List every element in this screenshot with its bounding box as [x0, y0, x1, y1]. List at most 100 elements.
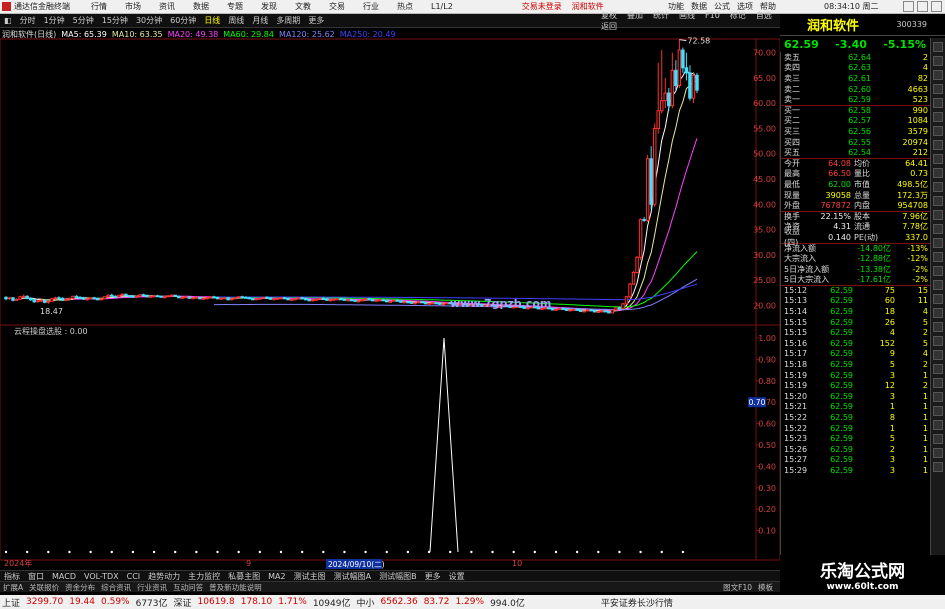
candle-body[interactable]	[318, 297, 322, 300]
candle-body[interactable]	[289, 298, 294, 301]
candle-body[interactable]	[321, 297, 326, 300]
tool-icon[interactable]	[933, 336, 943, 346]
candle-body[interactable]	[568, 309, 572, 312]
candle-body[interactable]	[374, 299, 378, 302]
minimize-icon[interactable]	[903, 1, 914, 12]
candle-body[interactable]	[247, 297, 251, 300]
candle-body[interactable]	[660, 100, 664, 112]
candle-body[interactable]	[325, 298, 329, 301]
indicator-tab[interactable]: 设置	[449, 571, 465, 582]
candle-body[interactable]	[409, 301, 414, 304]
candle-body[interactable]	[346, 299, 350, 302]
candle-body[interactable]	[564, 308, 569, 311]
candle-body[interactable]	[92, 297, 96, 300]
candle-body[interactable]	[215, 296, 220, 300]
indicator-tab[interactable]: MA2	[268, 572, 285, 581]
candle-body[interactable]	[145, 294, 149, 298]
candle-body[interactable]	[360, 299, 364, 302]
candle-body[interactable]	[413, 302, 417, 305]
candle-body[interactable]	[261, 296, 266, 299]
candle-body[interactable]	[131, 295, 135, 298]
candle-body[interactable]	[635, 256, 639, 274]
info-tab[interactable]: 扩展A	[3, 582, 23, 593]
candle-body[interactable]	[399, 300, 403, 303]
tool-icon[interactable]	[933, 238, 943, 248]
candle-body[interactable]	[57, 297, 61, 300]
indicator-tab[interactable]: VOL-TDX	[84, 572, 119, 581]
tool-icon[interactable]	[933, 224, 943, 234]
candle-body[interactable]	[236, 296, 241, 299]
candle-body[interactable]	[205, 297, 209, 300]
candle-body[interactable]	[21, 295, 26, 298]
candle-body[interactable]	[88, 297, 93, 300]
candle-body[interactable]	[571, 308, 576, 311]
candle-body[interactable]	[212, 296, 216, 299]
indicator-tab[interactable]: MACD	[52, 572, 76, 581]
tool-icon[interactable]	[933, 266, 943, 276]
candle-body[interactable]	[194, 296, 199, 299]
candle-body[interactable]	[162, 296, 167, 299]
candle-body[interactable]	[159, 295, 163, 298]
candle-body[interactable]	[184, 296, 188, 299]
candle-body[interactable]	[420, 301, 424, 304]
candle-body[interactable]	[367, 298, 371, 301]
candle-body[interactable]	[35, 300, 40, 303]
tool-icon[interactable]	[933, 84, 943, 94]
candle-body[interactable]	[180, 296, 185, 299]
candle-body[interactable]	[258, 297, 262, 300]
indicator-tab[interactable]: 测试幅图A	[334, 571, 371, 582]
candle-body[interactable]	[226, 297, 230, 301]
candle-body[interactable]	[691, 74, 696, 99]
info-tab[interactable]: 行业资讯	[137, 582, 167, 593]
candle-body[interactable]	[67, 297, 72, 300]
candle-body[interactable]	[430, 302, 435, 305]
tool-icon[interactable]	[933, 462, 943, 472]
candle-body[interactable]	[7, 297, 12, 300]
maximize-icon[interactable]	[917, 1, 928, 12]
candle-body[interactable]	[392, 299, 396, 302]
candle-body[interactable]	[64, 298, 68, 301]
tool-icon[interactable]	[933, 294, 943, 304]
candle-body[interactable]	[667, 92, 671, 107]
candle-body[interactable]	[141, 294, 146, 297]
candle-body[interactable]	[617, 307, 622, 310]
candle-body[interactable]	[152, 295, 156, 298]
candle-body[interactable]	[282, 297, 287, 300]
indicator-tab[interactable]: 测试幅图B	[379, 571, 417, 582]
candle-body[interactable]	[381, 299, 385, 302]
candle-body[interactable]	[117, 294, 121, 298]
candle-body[interactable]	[81, 297, 86, 300]
candle-body[interactable]	[395, 299, 400, 302]
candle-body[interactable]	[219, 297, 223, 300]
indicator-tab[interactable]: 测试主图	[294, 571, 326, 582]
candle-body[interactable]	[275, 297, 280, 300]
candle-body[interactable]	[554, 308, 558, 311]
candle-body[interactable]	[600, 310, 604, 313]
candle-body[interactable]	[388, 300, 393, 303]
info-tab[interactable]: 关联报价	[29, 582, 59, 593]
candle-body[interactable]	[349, 299, 354, 302]
candle-body[interactable]	[603, 310, 608, 313]
indicator-tab[interactable]: 趋势动力	[148, 571, 180, 582]
candle-body[interactable]	[585, 309, 590, 312]
tool-icon[interactable]	[933, 42, 943, 52]
candle-body[interactable]	[113, 295, 118, 298]
candle-body[interactable]	[610, 309, 615, 314]
candle-body[interactable]	[286, 297, 290, 301]
candle-body[interactable]	[342, 298, 347, 301]
info-tab[interactable]: 图文F10	[723, 583, 752, 592]
candle-body[interactable]	[265, 296, 269, 299]
candle-body[interactable]	[550, 307, 555, 311]
zx-label[interactable]: 中小	[356, 596, 374, 609]
info-tab[interactable]: 综合资讯	[101, 582, 131, 593]
tool-icon[interactable]	[933, 392, 943, 402]
candle-body[interactable]	[656, 110, 660, 129]
info-tab[interactable]: 模板	[758, 583, 773, 592]
info-tab[interactable]: 资金分布	[65, 582, 95, 593]
candle-body[interactable]	[356, 300, 361, 303]
tool-icon[interactable]	[933, 140, 943, 150]
info-tab[interactable]: 互动问答	[173, 582, 203, 593]
candle-body[interactable]	[222, 297, 227, 300]
candle-body[interactable]	[328, 299, 333, 302]
candle-body[interactable]	[166, 295, 170, 298]
